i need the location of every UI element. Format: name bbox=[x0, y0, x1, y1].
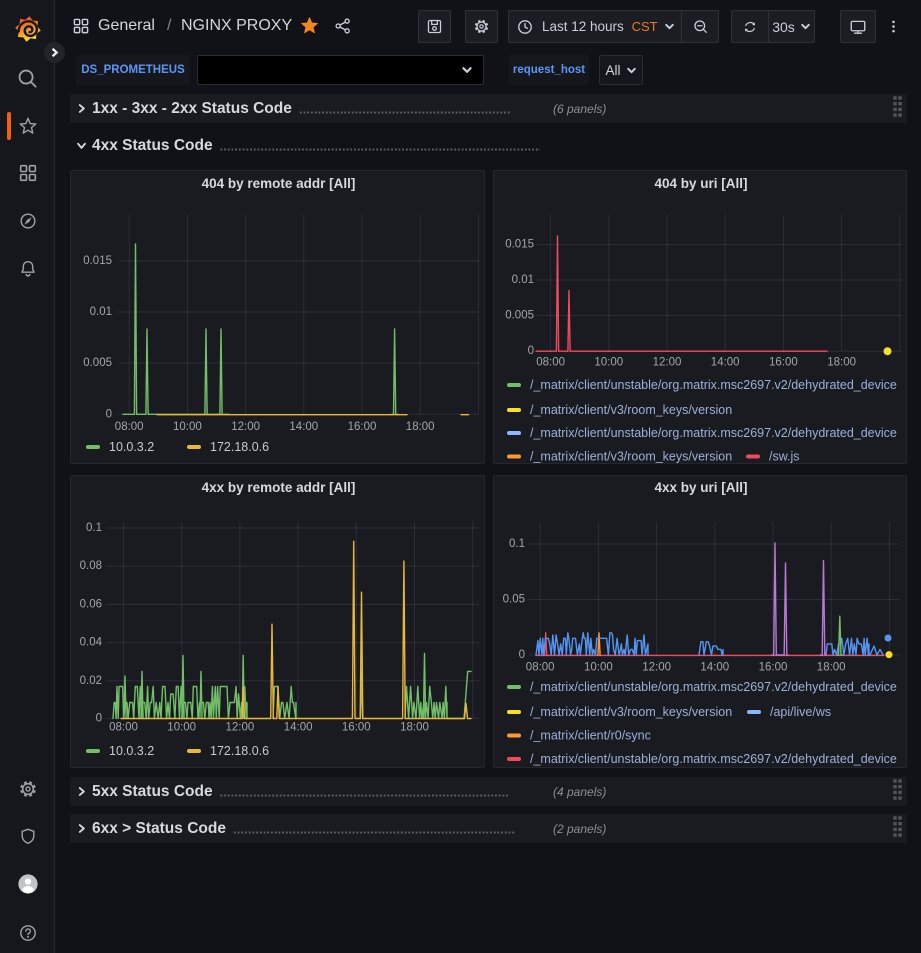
svg-text:0.06: 0.06 bbox=[80, 599, 102, 611]
svg-text:08:00: 08:00 bbox=[109, 722, 138, 734]
svg-text:0.1: 0.1 bbox=[86, 522, 102, 534]
svg-text:16:00: 16:00 bbox=[759, 662, 788, 674]
svg-text:/_matrix/client/v3/room_keys/v: /_matrix/client/v3/room_keys/version bbox=[530, 450, 732, 464]
svg-text:404 by remote addr [All]: 404 by remote addr [All] bbox=[202, 176, 356, 191]
svg-text:18:00: 18:00 bbox=[817, 662, 846, 674]
svg-text:/sw.js: /sw.js bbox=[769, 450, 800, 464]
svg-text:0: 0 bbox=[106, 408, 112, 420]
svg-text:16:00: 16:00 bbox=[348, 421, 377, 433]
svg-text:0.015: 0.015 bbox=[83, 255, 112, 267]
svg-text:08:00: 08:00 bbox=[115, 421, 144, 433]
svg-text:/api/live/ws: /api/live/ws bbox=[770, 705, 831, 719]
svg-text:14:00: 14:00 bbox=[289, 421, 318, 433]
svg-text:14:00: 14:00 bbox=[711, 357, 740, 369]
svg-text:/_matrix/client/r0/sync: /_matrix/client/r0/sync bbox=[530, 729, 651, 743]
svg-text:08:00: 08:00 bbox=[526, 662, 555, 674]
svg-text:0.05: 0.05 bbox=[503, 594, 525, 606]
svg-text:18:00: 18:00 bbox=[406, 421, 435, 433]
svg-text:0.005: 0.005 bbox=[505, 310, 534, 322]
svg-text:18:00: 18:00 bbox=[827, 357, 856, 369]
svg-text:10:00: 10:00 bbox=[173, 421, 202, 433]
svg-text:10.0.3.2: 10.0.3.2 bbox=[109, 744, 154, 758]
svg-text:14:00: 14:00 bbox=[700, 662, 729, 674]
svg-text:12:00: 12:00 bbox=[653, 357, 682, 369]
svg-text:404 by uri [All]: 404 by uri [All] bbox=[654, 176, 747, 191]
svg-text:10.0.3.2: 10.0.3.2 bbox=[109, 440, 154, 454]
svg-text:0.04: 0.04 bbox=[80, 637, 103, 649]
svg-text:16:00: 16:00 bbox=[342, 722, 371, 734]
svg-text:/_matrix/client/unstable/org.m: /_matrix/client/unstable/org.matrix.msc2… bbox=[530, 680, 897, 694]
svg-text:0.015: 0.015 bbox=[505, 239, 534, 251]
svg-text:/_matrix/client/unstable/org.m: /_matrix/client/unstable/org.matrix.msc2… bbox=[530, 378, 897, 392]
svg-text:10:00: 10:00 bbox=[584, 662, 613, 674]
svg-text:172.18.0.6: 172.18.0.6 bbox=[210, 440, 269, 454]
svg-text:0.01: 0.01 bbox=[90, 306, 112, 318]
svg-text:0: 0 bbox=[96, 713, 102, 725]
svg-text:/_matrix/client/v3/room_keys/v: /_matrix/client/v3/room_keys/version bbox=[530, 705, 732, 719]
svg-text:172.18.0.6: 172.18.0.6 bbox=[210, 744, 269, 758]
svg-text:0.08: 0.08 bbox=[80, 560, 102, 572]
svg-text:12:00: 12:00 bbox=[226, 722, 255, 734]
svg-text:4xx by remote addr [All]: 4xx by remote addr [All] bbox=[202, 480, 356, 495]
svg-text:0.02: 0.02 bbox=[80, 675, 102, 687]
svg-text:12:00: 12:00 bbox=[231, 421, 260, 433]
svg-text:18:00: 18:00 bbox=[400, 722, 429, 734]
svg-text:14:00: 14:00 bbox=[284, 722, 313, 734]
svg-text:0: 0 bbox=[528, 345, 534, 357]
svg-text:10:00: 10:00 bbox=[594, 357, 623, 369]
svg-text:4xx by uri [All]: 4xx by uri [All] bbox=[654, 480, 747, 495]
svg-text:0.1: 0.1 bbox=[509, 538, 525, 550]
svg-text:08:00: 08:00 bbox=[536, 357, 565, 369]
svg-text:/_matrix/client/v3/room_keys/v: /_matrix/client/v3/room_keys/version bbox=[530, 403, 732, 417]
svg-text:16:00: 16:00 bbox=[769, 357, 798, 369]
svg-text:10:00: 10:00 bbox=[167, 722, 196, 734]
svg-text:12:00: 12:00 bbox=[642, 662, 671, 674]
svg-text:/_matrix/client/unstable/org.m: /_matrix/client/unstable/org.matrix.msc2… bbox=[530, 426, 897, 440]
svg-text:/_matrix/client/unstable/org.m: /_matrix/client/unstable/org.matrix.msc2… bbox=[530, 752, 897, 766]
svg-text:0: 0 bbox=[519, 649, 525, 661]
svg-text:0.005: 0.005 bbox=[83, 357, 112, 369]
svg-text:0.01: 0.01 bbox=[512, 274, 534, 286]
